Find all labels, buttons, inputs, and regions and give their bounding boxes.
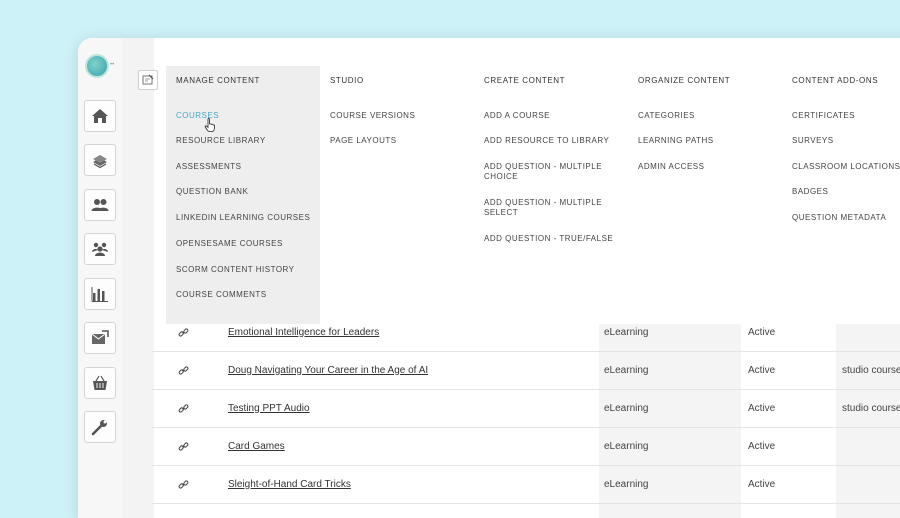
link-icon[interactable]: [178, 427, 194, 465]
home-icon[interactable]: [84, 100, 116, 132]
course-type: eLearning: [604, 402, 649, 414]
secondary-strip: [122, 38, 154, 518]
menu-heading-create-content: CREATE CONTENT: [484, 76, 566, 85]
app-window: •• MANAGE CONTENT STUDIO CREATE CONTENT …: [78, 38, 900, 518]
menu-item-course-versions[interactable]: COURSE VERSIONS: [330, 111, 415, 121]
menu-item-add-question-multiple-choice[interactable]: ADD QUESTION - MULTIPLE CHOICE: [484, 162, 608, 182]
course-status: Active: [748, 478, 776, 490]
courses-table: Emotional Intelligence for Leaders eLear…: [152, 324, 900, 518]
menu-item-badges[interactable]: BADGES: [792, 187, 828, 197]
users-icon[interactable]: [84, 189, 116, 221]
course-type: eLearning: [604, 364, 649, 376]
course-type: eLearning: [604, 440, 649, 452]
reports-icon[interactable]: [84, 278, 116, 310]
course-type: eLearning: [604, 326, 649, 338]
menu-toggle-button[interactable]: [138, 70, 158, 90]
menu-item-classroom-locations[interactable]: CLASSROOM LOCATIONS: [792, 162, 900, 172]
messages-icon[interactable]: [84, 322, 116, 354]
menu-item-certificates[interactable]: CERTIFICATES: [792, 111, 855, 121]
course-status: Active: [748, 326, 776, 338]
menu-item-page-layouts[interactable]: PAGE LAYOUTS: [330, 136, 397, 146]
menu-heading-studio: STUDIO: [330, 76, 364, 85]
course-title-link[interactable]: Emotional Intelligence for Leaders: [228, 313, 379, 351]
menu-item-add-resource-to-library[interactable]: ADD RESOURCE TO LIBRARY: [484, 136, 609, 146]
menu-item-course-comments[interactable]: COURSE COMMENTS: [176, 290, 267, 300]
course-status: Active: [748, 402, 776, 414]
course-title-link[interactable]: Sleight-of-Hand Card Tricks: [228, 465, 351, 503]
menu-item-opensesame-courses[interactable]: OPENSESAME COURSES: [176, 239, 283, 249]
menu-item-categories[interactable]: CATEGORIES: [638, 111, 695, 121]
menu-item-add-a-course[interactable]: ADD A COURSE: [484, 111, 550, 121]
menu-heading-content-add-ons: CONTENT ADD-ONS: [792, 76, 879, 85]
logo-icon: [85, 54, 109, 78]
link-icon[interactable]: [178, 389, 194, 427]
store-icon[interactable]: [84, 367, 116, 399]
pointer-cursor-icon: [204, 118, 216, 132]
link-icon[interactable]: [178, 465, 194, 503]
course-status: Active: [748, 364, 776, 376]
menu-item-resource-library[interactable]: RESOURCE LIBRARY: [176, 136, 266, 146]
course-title-link[interactable]: Card Games: [228, 427, 285, 465]
menu-item-add-question-true-false[interactable]: ADD QUESTION - TRUE/FALSE: [484, 234, 613, 244]
table-row: Doug Navigating Your Career in the Age o…: [152, 351, 900, 390]
table-row: Card Games eLearning Active: [152, 427, 900, 466]
course-title-link[interactable]: Testing PPT Audio: [228, 389, 310, 427]
menu-item-linkedin-learning-courses[interactable]: LINKEDIN LEARNING COURSES: [176, 213, 310, 223]
table-row: Emotional Intelligence for Leaders eLear…: [152, 313, 900, 352]
course-extra: studio course: [842, 402, 900, 414]
menu-item-learning-paths[interactable]: LEARNING PATHS: [638, 136, 714, 146]
menu-item-question-metadata[interactable]: QUESTION METADATA: [792, 213, 886, 223]
logo-mark: ••: [110, 62, 115, 68]
link-icon[interactable]: [178, 351, 194, 389]
link-icon[interactable]: [178, 313, 194, 351]
courses-icon[interactable]: [84, 144, 116, 176]
table-row: Sleight-of-Hand Card Tricks eLearning Ac…: [152, 465, 900, 504]
menu-item-scorm-content-history[interactable]: SCORM CONTENT HISTORY: [176, 265, 295, 275]
course-type: eLearning: [604, 478, 649, 490]
course-title-link[interactable]: Doug Navigating Your Career in the Age o…: [228, 351, 428, 389]
menu-item-surveys[interactable]: SURVEYS: [792, 136, 834, 146]
sidebar: ••: [78, 38, 123, 518]
course-extra: studio course: [842, 364, 900, 376]
tools-icon[interactable]: [84, 411, 116, 443]
menu-item-admin-access[interactable]: ADMIN ACCESS: [638, 162, 704, 172]
menu-item-add-question-multiple-select[interactable]: ADD QUESTION - MULTIPLE SELECT: [484, 198, 608, 218]
groups-icon[interactable]: [84, 233, 116, 265]
table-row: Testing PPT Audio eLearning Active studi…: [152, 389, 900, 428]
menu-heading-organize-content: ORGANIZE CONTENT: [638, 76, 731, 85]
menu-item-assessments[interactable]: ASSESSMENTS: [176, 162, 242, 172]
menu-heading-manage-content: MANAGE CONTENT: [176, 76, 260, 85]
menu-item-question-bank[interactable]: QUESTION BANK: [176, 187, 248, 197]
course-status: Active: [748, 440, 776, 452]
